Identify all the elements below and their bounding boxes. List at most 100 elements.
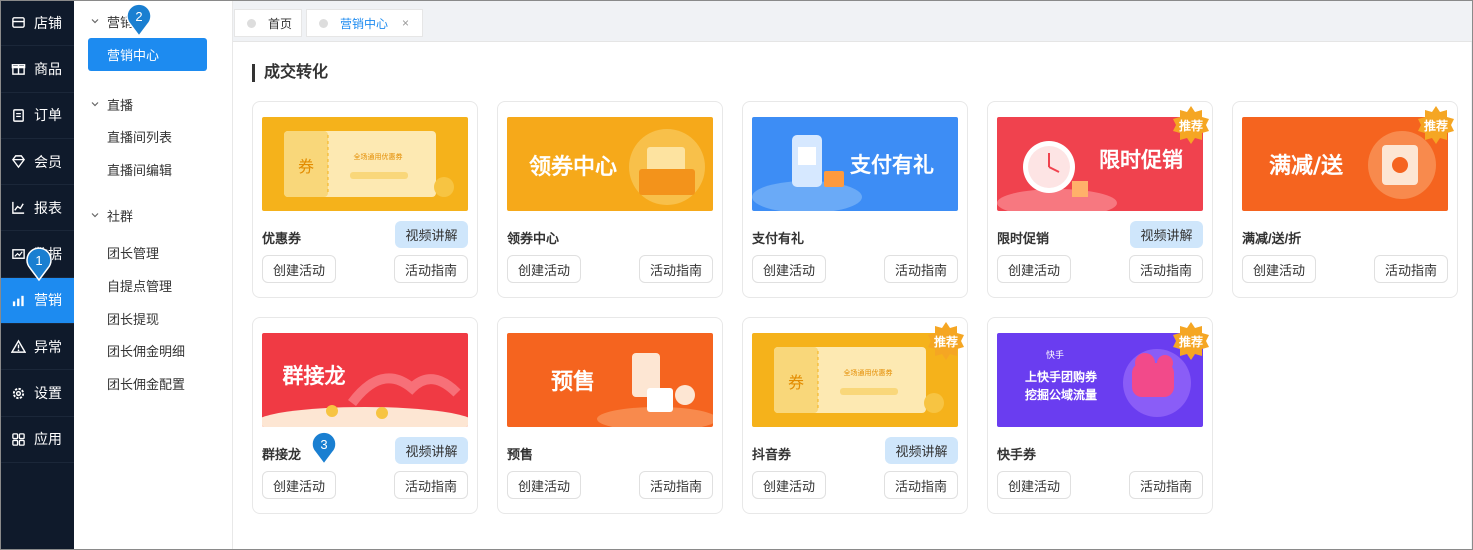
sub-item-live-edit[interactable]: 直播间编辑 bbox=[74, 153, 232, 186]
create-activity-button[interactable]: 创建活动 bbox=[752, 471, 826, 499]
banner-text: 券 bbox=[788, 373, 804, 392]
card-kuaishou-coupon[interactable]: 快手 上快手团购券 挖掘公域流量 推荐 快手券 创建活动 活动指南 bbox=[987, 317, 1213, 514]
sub-item-label: 团长佣金明细 bbox=[107, 344, 186, 360]
nav-label: 订单 bbox=[34, 107, 62, 124]
close-icon[interactable]: × bbox=[402, 16, 409, 30]
sub-item-label: 直播间编辑 bbox=[107, 162, 173, 178]
sub-nav: 营销 营销中心 直播 直播间列表 直播间编辑 社群 团长管理 自提点管理 团长提… bbox=[74, 0, 233, 550]
nav-label: 店铺 bbox=[34, 14, 62, 31]
video-tutorial-button[interactable]: 视频讲解 bbox=[885, 437, 958, 464]
banner-text: 群接龙 bbox=[283, 364, 346, 388]
nav-item-reports[interactable]: 报表 bbox=[0, 185, 74, 232]
create-activity-button[interactable]: 创建活动 bbox=[997, 255, 1071, 283]
tab-marketing-center[interactable]: 营销中心 × bbox=[306, 9, 423, 37]
card-coupon[interactable]: 券 全场通用优惠券 优惠券 视频讲解 创建活动 活动指南 bbox=[252, 101, 478, 298]
sub-item-label: 团长佣金配置 bbox=[107, 376, 186, 392]
card-title: 快手券 bbox=[997, 447, 1037, 462]
activity-guide-button[interactable]: 活动指南 bbox=[394, 255, 468, 283]
card-coupon-center[interactable]: 领券中心 领券中心 创建活动 活动指南 bbox=[497, 101, 723, 298]
recommended-badge: 推荐 bbox=[1171, 321, 1211, 361]
recommended-badge: 推荐 bbox=[926, 321, 966, 361]
banner-text: 预售 bbox=[551, 369, 595, 395]
nav-item-exceptions[interactable]: 异常 bbox=[0, 324, 74, 371]
sub-item-leader-manage[interactable]: 团长管理 bbox=[74, 236, 232, 269]
nav-item-members[interactable]: 会员 bbox=[0, 139, 74, 186]
card-title: 支付有礼 bbox=[752, 231, 805, 246]
group-live[interactable]: 直播 bbox=[74, 93, 232, 115]
video-tutorial-button[interactable]: 视频讲解 bbox=[395, 437, 468, 464]
sub-item-live-list[interactable]: 直播间列表 bbox=[74, 120, 232, 153]
tab-home[interactable]: 首页 bbox=[234, 9, 302, 37]
nav-item-settings[interactable]: 设置 bbox=[0, 370, 74, 417]
order-icon bbox=[10, 107, 26, 123]
card-presale[interactable]: 预售 预售 创建活动 活动指南 bbox=[497, 317, 723, 514]
create-activity-button[interactable]: 创建活动 bbox=[262, 255, 336, 283]
chevron-down-icon bbox=[90, 210, 100, 220]
banner-coupon-center: 领券中心 bbox=[507, 117, 713, 211]
banner-payment-gift: 支付有礼 bbox=[752, 117, 958, 211]
nav-label: 商品 bbox=[34, 60, 62, 77]
card-title: 优惠券 bbox=[262, 231, 302, 246]
group-community[interactable]: 社群 bbox=[74, 204, 232, 226]
nav-item-store[interactable]: 店铺 bbox=[0, 0, 74, 47]
banner-text-2: 挖掘公域流量 bbox=[1025, 387, 1097, 402]
nav-label: 应用 bbox=[34, 431, 62, 448]
banner-coupon: 券 全场通用优惠券 bbox=[262, 117, 468, 211]
activity-guide-button[interactable]: 活动指南 bbox=[639, 471, 713, 499]
card-group-relay[interactable]: 群接龙 群接龙 视频讲解 创建活动 活动指南 bbox=[252, 317, 478, 514]
banner-text: 满减/送 bbox=[1269, 153, 1343, 179]
video-tutorial-button[interactable]: 视频讲解 bbox=[395, 221, 468, 248]
sub-item-commission-detail[interactable]: 团长佣金明细 bbox=[74, 334, 232, 367]
nav-label: 报表 bbox=[34, 199, 62, 216]
step-marker-2: 2 bbox=[124, 2, 154, 38]
nav-item-apps[interactable]: 应用 bbox=[0, 417, 74, 463]
card-title: 群接龙 bbox=[262, 447, 302, 462]
nav-item-goods[interactable]: 商品 bbox=[0, 46, 74, 93]
report-icon bbox=[10, 200, 26, 216]
card-payment-gift[interactable]: 支付有礼 支付有礼 创建活动 活动指南 bbox=[742, 101, 968, 298]
chevron-down-icon bbox=[90, 16, 100, 26]
activity-guide-button[interactable]: 活动指南 bbox=[1129, 255, 1203, 283]
sub-item-label: 团长提现 bbox=[107, 311, 160, 327]
create-activity-button[interactable]: 创建活动 bbox=[262, 471, 336, 499]
card-douyin-coupon[interactable]: 券 全场通用优惠券 推荐 抖音券 视频讲解 创建活动 活动指南 bbox=[742, 317, 968, 514]
card-full-reduction[interactable]: 满减/送 推荐 满减/送/折 创建活动 活动指南 bbox=[1232, 101, 1458, 298]
card-flash-sale[interactable]: 限时促销 推荐 限时促销 视频讲解 创建活动 活动指南 bbox=[987, 101, 1213, 298]
main-content: 成交转化 券全场通用优惠券 优惠券 视频讲解 创建活动 活动指南 领券中心 领券… bbox=[233, 42, 1471, 550]
sub-item-label: 直播间列表 bbox=[107, 129, 173, 145]
card-title: 预售 bbox=[507, 447, 534, 462]
sub-item-leader-withdraw[interactable]: 团长提现 bbox=[74, 302, 232, 335]
apps-icon bbox=[10, 431, 26, 447]
create-activity-button[interactable]: 创建活动 bbox=[1242, 255, 1316, 283]
nav-item-marketing[interactable]: 营销 bbox=[0, 277, 74, 325]
sub-item-marketing-center[interactable]: 营销中心 bbox=[88, 38, 207, 71]
nav-item-orders[interactable]: 订单 bbox=[0, 93, 74, 139]
banner-subtext: 全场通用优惠券 bbox=[844, 368, 893, 377]
tab-label: 营销中心 bbox=[340, 16, 389, 31]
create-activity-button[interactable]: 创建活动 bbox=[507, 471, 581, 499]
create-activity-button[interactable]: 创建活动 bbox=[997, 471, 1071, 499]
create-activity-button[interactable]: 创建活动 bbox=[507, 255, 581, 283]
video-tutorial-button[interactable]: 视频讲解 bbox=[1130, 221, 1203, 248]
activity-guide-button[interactable]: 活动指南 bbox=[639, 255, 713, 283]
gift-icon bbox=[10, 61, 26, 77]
chevron-down-icon bbox=[90, 99, 100, 109]
nav-label: 会员 bbox=[34, 153, 62, 170]
activity-guide-button[interactable]: 活动指南 bbox=[1374, 255, 1448, 283]
card-title: 领券中心 bbox=[507, 231, 560, 246]
card-title: 满减/送/折 bbox=[1242, 231, 1302, 246]
activity-guide-button[interactable]: 活动指南 bbox=[884, 471, 958, 499]
group-title-label: 直播 bbox=[107, 97, 134, 113]
sub-item-commission-config[interactable]: 团长佣金配置 bbox=[74, 367, 232, 400]
step-marker-3: 3 bbox=[309, 430, 339, 466]
tab-dot-icon bbox=[319, 18, 328, 28]
create-activity-button[interactable]: 创建活动 bbox=[752, 255, 826, 283]
member-icon bbox=[10, 154, 26, 170]
activity-guide-button[interactable]: 活动指南 bbox=[1129, 471, 1203, 499]
banner-text: 券 bbox=[298, 157, 314, 176]
activity-guide-button[interactable]: 活动指南 bbox=[884, 255, 958, 283]
sub-item-pickup-manage[interactable]: 自提点管理 bbox=[74, 269, 232, 302]
activity-guide-button[interactable]: 活动指南 bbox=[394, 471, 468, 499]
banner-subtext: 全场通用优惠券 bbox=[354, 152, 403, 161]
banner-text: 上快手团购券 bbox=[1025, 369, 1098, 384]
